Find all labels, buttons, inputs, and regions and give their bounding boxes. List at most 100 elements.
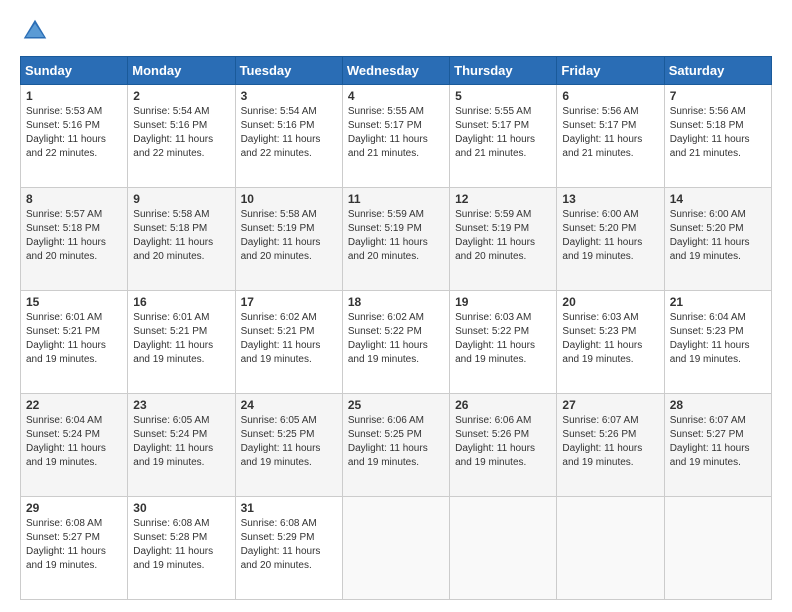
day-number: 28: [670, 398, 766, 412]
calendar-cell: 21 Sunrise: 6:04 AMSunset: 5:23 PMDayligh…: [664, 291, 771, 394]
day-number: 12: [455, 192, 551, 206]
calendar-cell: 31Sunrise: 6:08 AMSunset: 5:29 PMDayligh…: [235, 497, 342, 600]
day-info: Sunrise: 5:54 AMSunset: 5:16 PMDaylight:…: [133, 105, 229, 161]
calendar-cell: 12 Sunrise: 5:59 AMSunset: 5:19 PMDayligh…: [450, 188, 557, 291]
calendar-cell: 2 Sunrise: 5:54 AMSunset: 5:16 PMDaylight…: [128, 85, 235, 188]
day-info: Sunrise: 5:57 AMSunset: 5:18 PMDaylight:…: [26, 208, 122, 264]
weekday-header-monday: Monday: [128, 57, 235, 85]
calendar-week-1: 1 Sunrise: 5:53 AMSunset: 5:16 PMDaylight…: [21, 85, 772, 188]
day-number: 2: [133, 89, 229, 103]
calendar-cell: 7Sunrise: 5:56 AMSunset: 5:18 PMDaylight…: [664, 85, 771, 188]
day-number: 4: [348, 89, 444, 103]
day-number: 27: [562, 398, 658, 412]
calendar-cell: 15 Sunrise: 6:01 AMSunset: 5:21 PMDayligh…: [21, 291, 128, 394]
day-number: 16: [133, 295, 229, 309]
calendar-cell: 23 Sunrise: 6:05 AMSunset: 5:24 PMDayligh…: [128, 394, 235, 497]
day-number: 3: [241, 89, 337, 103]
calendar-cell: [450, 497, 557, 600]
weekday-header-tuesday: Tuesday: [235, 57, 342, 85]
day-info: Sunrise: 6:03 AMSunset: 5:22 PMDaylight:…: [455, 311, 551, 367]
calendar-cell: 26 Sunrise: 6:06 AMSunset: 5:26 PMDayligh…: [450, 394, 557, 497]
day-info: Sunrise: 6:02 AMSunset: 5:21 PMDaylight:…: [241, 311, 337, 367]
day-info: Sunrise: 6:00 AMSunset: 5:20 PMDaylight:…: [562, 208, 658, 264]
day-number: 29: [26, 501, 122, 515]
calendar-cell: 27 Sunrise: 6:07 AMSunset: 5:26 PMDayligh…: [557, 394, 664, 497]
day-number: 15: [26, 295, 122, 309]
calendar-cell: 16 Sunrise: 6:01 AMSunset: 5:21 PMDayligh…: [128, 291, 235, 394]
day-number: 24: [241, 398, 337, 412]
calendar-cell: 29Sunrise: 6:08 AMSunset: 5:27 PMDayligh…: [21, 497, 128, 600]
calendar-week-2: 8Sunrise: 5:57 AMSunset: 5:18 PMDaylight…: [21, 188, 772, 291]
day-number: 14: [670, 192, 766, 206]
calendar-cell: 9 Sunrise: 5:58 AMSunset: 5:18 PMDaylight…: [128, 188, 235, 291]
day-info: Sunrise: 6:03 AMSunset: 5:23 PMDaylight:…: [562, 311, 658, 367]
weekday-header-friday: Friday: [557, 57, 664, 85]
calendar-table: SundayMondayTuesdayWednesdayThursdayFrid…: [20, 56, 772, 600]
day-number: 21: [670, 295, 766, 309]
day-info: Sunrise: 6:05 AMSunset: 5:24 PMDaylight:…: [133, 414, 229, 470]
weekday-header-saturday: Saturday: [664, 57, 771, 85]
calendar-body: 1 Sunrise: 5:53 AMSunset: 5:16 PMDaylight…: [21, 85, 772, 600]
day-info: Sunrise: 6:00 AMSunset: 5:20 PMDaylight:…: [670, 208, 766, 264]
calendar-cell: 13 Sunrise: 6:00 AMSunset: 5:20 PMDayligh…: [557, 188, 664, 291]
day-info: Sunrise: 6:06 AMSunset: 5:26 PMDaylight:…: [455, 414, 551, 470]
day-number: 23: [133, 398, 229, 412]
calendar-cell: 30Sunrise: 6:08 AMSunset: 5:28 PMDayligh…: [128, 497, 235, 600]
page: SundayMondayTuesdayWednesdayThursdayFrid…: [0, 0, 792, 612]
day-info: Sunrise: 6:04 AMSunset: 5:23 PMDaylight:…: [670, 311, 766, 367]
calendar-cell: 18 Sunrise: 6:02 AMSunset: 5:22 PMDayligh…: [342, 291, 449, 394]
day-info: Sunrise: 5:56 AMSunset: 5:17 PMDaylight:…: [562, 105, 658, 161]
day-number: 10: [241, 192, 337, 206]
day-number: 20: [562, 295, 658, 309]
day-number: 13: [562, 192, 658, 206]
day-info: Sunrise: 6:02 AMSunset: 5:22 PMDaylight:…: [348, 311, 444, 367]
calendar-cell: [557, 497, 664, 600]
day-info: Sunrise: 6:01 AMSunset: 5:21 PMDaylight:…: [26, 311, 122, 367]
calendar-week-3: 15 Sunrise: 6:01 AMSunset: 5:21 PMDayligh…: [21, 291, 772, 394]
weekday-header-sunday: Sunday: [21, 57, 128, 85]
day-info: Sunrise: 6:07 AMSunset: 5:26 PMDaylight:…: [562, 414, 658, 470]
day-number: 1: [26, 89, 122, 103]
calendar-cell: 11 Sunrise: 5:59 AMSunset: 5:19 PMDayligh…: [342, 188, 449, 291]
day-number: 18: [348, 295, 444, 309]
day-info: Sunrise: 5:55 AMSunset: 5:17 PMDaylight:…: [455, 105, 551, 161]
calendar-cell: 14 Sunrise: 6:00 AMSunset: 5:20 PMDayligh…: [664, 188, 771, 291]
day-info: Sunrise: 6:05 AMSunset: 5:25 PMDaylight:…: [241, 414, 337, 470]
calendar-cell: 19 Sunrise: 6:03 AMSunset: 5:22 PMDayligh…: [450, 291, 557, 394]
calendar-cell: 10 Sunrise: 5:58 AMSunset: 5:19 PMDayligh…: [235, 188, 342, 291]
header: [20, 16, 772, 46]
day-info: Sunrise: 5:55 AMSunset: 5:17 PMDaylight:…: [348, 105, 444, 161]
day-number: 17: [241, 295, 337, 309]
day-info: Sunrise: 6:08 AMSunset: 5:28 PMDaylight:…: [133, 517, 229, 573]
day-info: Sunrise: 6:01 AMSunset: 5:21 PMDaylight:…: [133, 311, 229, 367]
day-info: Sunrise: 5:59 AMSunset: 5:19 PMDaylight:…: [455, 208, 551, 264]
day-info: Sunrise: 6:07 AMSunset: 5:27 PMDaylight:…: [670, 414, 766, 470]
day-info: Sunrise: 5:53 AMSunset: 5:16 PMDaylight:…: [26, 105, 122, 161]
day-number: 22: [26, 398, 122, 412]
day-info: Sunrise: 5:58 AMSunset: 5:18 PMDaylight:…: [133, 208, 229, 264]
day-info: Sunrise: 5:59 AMSunset: 5:19 PMDaylight:…: [348, 208, 444, 264]
day-number: 9: [133, 192, 229, 206]
day-info: Sunrise: 5:58 AMSunset: 5:19 PMDaylight:…: [241, 208, 337, 264]
day-number: 5: [455, 89, 551, 103]
day-number: 19: [455, 295, 551, 309]
calendar-cell: [342, 497, 449, 600]
day-number: 26: [455, 398, 551, 412]
day-number: 11: [348, 192, 444, 206]
calendar-cell: 5 Sunrise: 5:55 AMSunset: 5:17 PMDaylight…: [450, 85, 557, 188]
calendar-cell: 6 Sunrise: 5:56 AMSunset: 5:17 PMDaylight…: [557, 85, 664, 188]
calendar-cell: 1 Sunrise: 5:53 AMSunset: 5:16 PMDaylight…: [21, 85, 128, 188]
day-info: Sunrise: 5:56 AMSunset: 5:18 PMDaylight:…: [670, 105, 766, 161]
calendar-week-5: 29Sunrise: 6:08 AMSunset: 5:27 PMDayligh…: [21, 497, 772, 600]
day-number: 31: [241, 501, 337, 515]
weekday-row: SundayMondayTuesdayWednesdayThursdayFrid…: [21, 57, 772, 85]
day-info: Sunrise: 6:04 AMSunset: 5:24 PMDaylight:…: [26, 414, 122, 470]
day-info: Sunrise: 5:54 AMSunset: 5:16 PMDaylight:…: [241, 105, 337, 161]
logo-icon: [20, 16, 50, 46]
calendar-cell: [664, 497, 771, 600]
calendar-week-4: 22 Sunrise: 6:04 AMSunset: 5:24 PMDayligh…: [21, 394, 772, 497]
weekday-header-wednesday: Wednesday: [342, 57, 449, 85]
weekday-header-thursday: Thursday: [450, 57, 557, 85]
day-number: 6: [562, 89, 658, 103]
calendar-cell: 28 Sunrise: 6:07 AMSunset: 5:27 PMDayligh…: [664, 394, 771, 497]
